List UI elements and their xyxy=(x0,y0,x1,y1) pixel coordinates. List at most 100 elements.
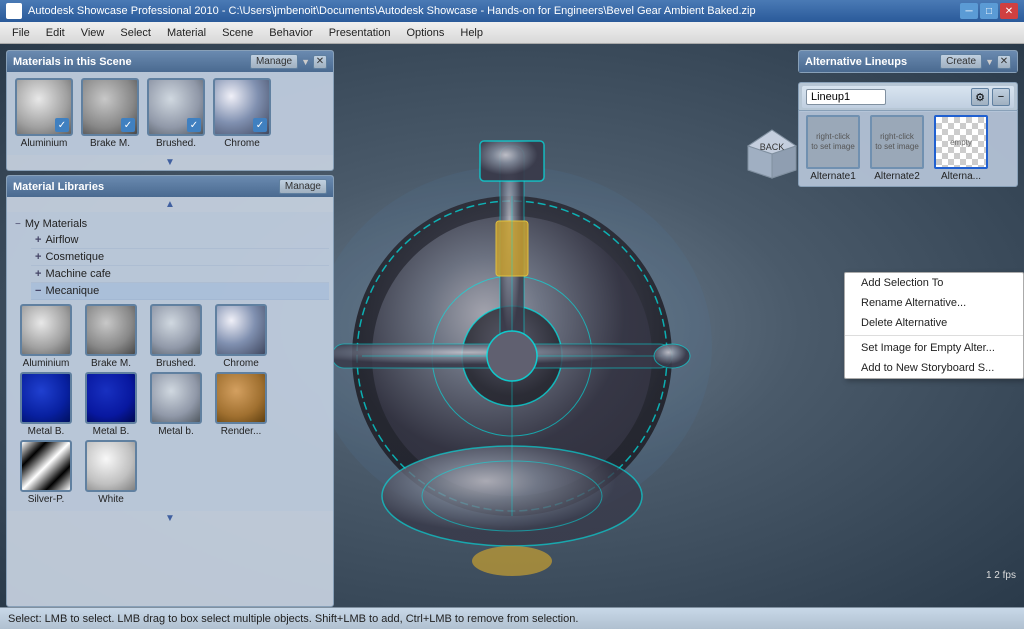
menu-view[interactable]: View xyxy=(73,25,113,41)
material-chrome-thumb[interactable]: ✓ xyxy=(213,78,271,136)
materials-scene-controls: Manage ▼ ✕ xyxy=(250,54,327,69)
lib-mat-metal-b3[interactable]: Metal b. xyxy=(145,372,207,437)
menu-edit[interactable]: Edit xyxy=(38,25,73,41)
material-chrome[interactable]: ✓ Chrome xyxy=(211,78,273,149)
lib-mat-white[interactable]: White xyxy=(80,440,142,505)
manage-dropdown-icon[interactable]: ▼ xyxy=(301,57,310,67)
lib-mat-render-thumb[interactable] xyxy=(215,372,267,424)
lib-mat-aluminium-label: Aluminium xyxy=(23,358,70,369)
menu-scene[interactable]: Scene xyxy=(214,25,261,41)
material-brushed-thumb[interactable]: ✓ xyxy=(147,78,205,136)
lib-mat-silver-label: Silver-P. xyxy=(28,494,65,505)
expand-icon: − xyxy=(35,285,41,297)
expand-icon: + xyxy=(35,268,41,280)
lib-mat-aluminium[interactable]: Aluminium xyxy=(15,304,77,369)
lib-mat-brake[interactable]: Brake M. xyxy=(80,304,142,369)
ctx-set-image[interactable]: Set Image for Empty Alter... xyxy=(845,338,1023,358)
lib-my-materials[interactable]: − My Materials xyxy=(11,216,329,232)
alternate1-thumb[interactable]: right-clickto set image xyxy=(806,115,860,169)
lib-item-label: Machine cafe xyxy=(45,268,110,280)
lib-mat-metal-b2-thumb[interactable] xyxy=(85,372,137,424)
svg-text:BACK: BACK xyxy=(760,142,785,152)
empty-label: empty xyxy=(948,136,974,149)
ctx-delete[interactable]: Delete Alternative xyxy=(845,313,1023,333)
expand-icon: + xyxy=(35,251,41,263)
material-libs-manage-btn[interactable]: Manage xyxy=(279,179,327,194)
lib-mat-brake-thumb[interactable] xyxy=(85,304,137,356)
lib-mat-aluminium-thumb[interactable] xyxy=(20,304,72,356)
lib-mat-chrome[interactable]: Chrome xyxy=(210,304,272,369)
alternate1-item[interactable]: right-clickto set image Alternate1 xyxy=(803,115,863,182)
lib-mat-silver[interactable]: Silver-P. xyxy=(15,440,77,505)
alternate3-thumb[interactable]: empty xyxy=(934,115,988,169)
lib-item-mecanique[interactable]: − Mecanique xyxy=(31,283,329,300)
fps-display: 1 2 fps xyxy=(986,570,1016,581)
alternate3-item[interactable]: empty Alterna... xyxy=(931,115,991,182)
menu-behavior[interactable]: Behavior xyxy=(261,25,320,41)
lib-mat-white-thumb[interactable] xyxy=(85,440,137,492)
lib-mat-render[interactable]: Render... xyxy=(210,372,272,437)
lineup-name-input[interactable] xyxy=(806,89,886,105)
material-brake-label: Brake M. xyxy=(90,138,130,149)
menu-presentation[interactable]: Presentation xyxy=(321,25,399,41)
menu-options[interactable]: Options xyxy=(398,25,452,41)
materials-manage-btn[interactable]: Manage xyxy=(250,54,298,69)
lib-mat-metal-b3-thumb[interactable] xyxy=(150,372,202,424)
lib-item-cosmetique[interactable]: + Cosmetique xyxy=(31,249,329,266)
scroll-down-arrow[interactable]: ▼ xyxy=(7,155,333,170)
material-brake[interactable]: ✓ Brake M. xyxy=(79,78,141,149)
lib-mat-brushed-thumb[interactable] xyxy=(150,304,202,356)
lib-mat-metal-b1[interactable]: Metal B. xyxy=(15,372,77,437)
lib-mat-metal-b1-thumb[interactable] xyxy=(20,372,72,424)
ctx-rename[interactable]: Rename Alternative... xyxy=(845,293,1023,313)
material-brushed[interactable]: ✓ Brushed. xyxy=(145,78,207,149)
ctx-separator xyxy=(845,335,1023,336)
lib-mat-render-label: Render... xyxy=(221,426,262,437)
lineup-settings-btn[interactable]: ⚙ xyxy=(971,88,989,106)
create-dropdown-icon[interactable]: ▼ xyxy=(985,57,994,67)
libs-scroll-up-arrow[interactable]: ▲ xyxy=(7,197,333,212)
lib-mat-chrome-thumb[interactable] xyxy=(215,304,267,356)
left-panel: Materials in this Scene Manage ▼ ✕ ✓ Alu… xyxy=(0,44,340,607)
alternate2-label-text: right-clickto set image xyxy=(873,130,921,155)
menu-file[interactable]: File xyxy=(4,25,38,41)
lib-item-airflow[interactable]: + Airflow xyxy=(31,232,329,249)
maximize-button[interactable]: □ xyxy=(980,3,998,19)
materials-scene-grid: ✓ Aluminium ✓ Brake M. ✓ Brushed. xyxy=(7,72,333,155)
status-text: Select: LMB to select. LMB drag to box s… xyxy=(8,613,578,625)
minimize-button[interactable]: ─ xyxy=(960,3,978,19)
checkmark-icon: ✓ xyxy=(121,118,135,132)
alternate2-thumb[interactable]: right-clickto set image xyxy=(870,115,924,169)
ctx-add-storyboard[interactable]: Add to New Storyboard S... xyxy=(845,358,1023,378)
lib-mat-brushed[interactable]: Brushed. xyxy=(145,304,207,369)
lib-mat-white-label: White xyxy=(98,494,124,505)
material-chrome-label: Chrome xyxy=(224,138,260,149)
nav-cube[interactable]: BACK xyxy=(740,122,800,182)
materials-scene-close[interactable]: ✕ xyxy=(313,55,327,69)
close-button[interactable]: ✕ xyxy=(1000,3,1018,19)
material-aluminium-thumb[interactable]: ✓ xyxy=(15,78,73,136)
alternate2-item[interactable]: right-clickto set image Alternate2 xyxy=(867,115,927,182)
lib-mat-brake-label: Brake M. xyxy=(91,358,131,369)
tree-expand-icon: − xyxy=(15,219,21,230)
lineup-minimize-btn[interactable]: − xyxy=(992,88,1010,106)
material-libs-controls: Manage xyxy=(279,179,327,194)
app-icon: A xyxy=(6,3,22,19)
lib-mat-silver-thumb[interactable] xyxy=(20,440,72,492)
lib-mat-metal-b2[interactable]: Metal B. xyxy=(80,372,142,437)
alternate1-label-text: right-clickto set image xyxy=(809,130,857,155)
material-aluminium-label: Aluminium xyxy=(21,138,68,149)
menu-select[interactable]: Select xyxy=(112,25,159,41)
material-aluminium[interactable]: ✓ Aluminium xyxy=(13,78,75,149)
lib-item-machine-cafe[interactable]: + Machine cafe xyxy=(31,266,329,283)
tree-label: My Materials xyxy=(25,218,87,230)
libs-scroll-down-arrow[interactable]: ▼ xyxy=(7,511,333,526)
alt-lineups-close[interactable]: ✕ xyxy=(997,55,1011,69)
lib-sub-items: + Airflow + Cosmetique + Machine cafe − … xyxy=(11,232,329,300)
material-brake-thumb[interactable]: ✓ xyxy=(81,78,139,136)
menu-material[interactable]: Material xyxy=(159,25,214,41)
menu-help[interactable]: Help xyxy=(452,25,491,41)
ctx-add-selection[interactable]: Add Selection To xyxy=(845,273,1023,293)
nav-cube-svg: BACK xyxy=(740,122,804,186)
create-btn[interactable]: Create xyxy=(940,54,982,69)
